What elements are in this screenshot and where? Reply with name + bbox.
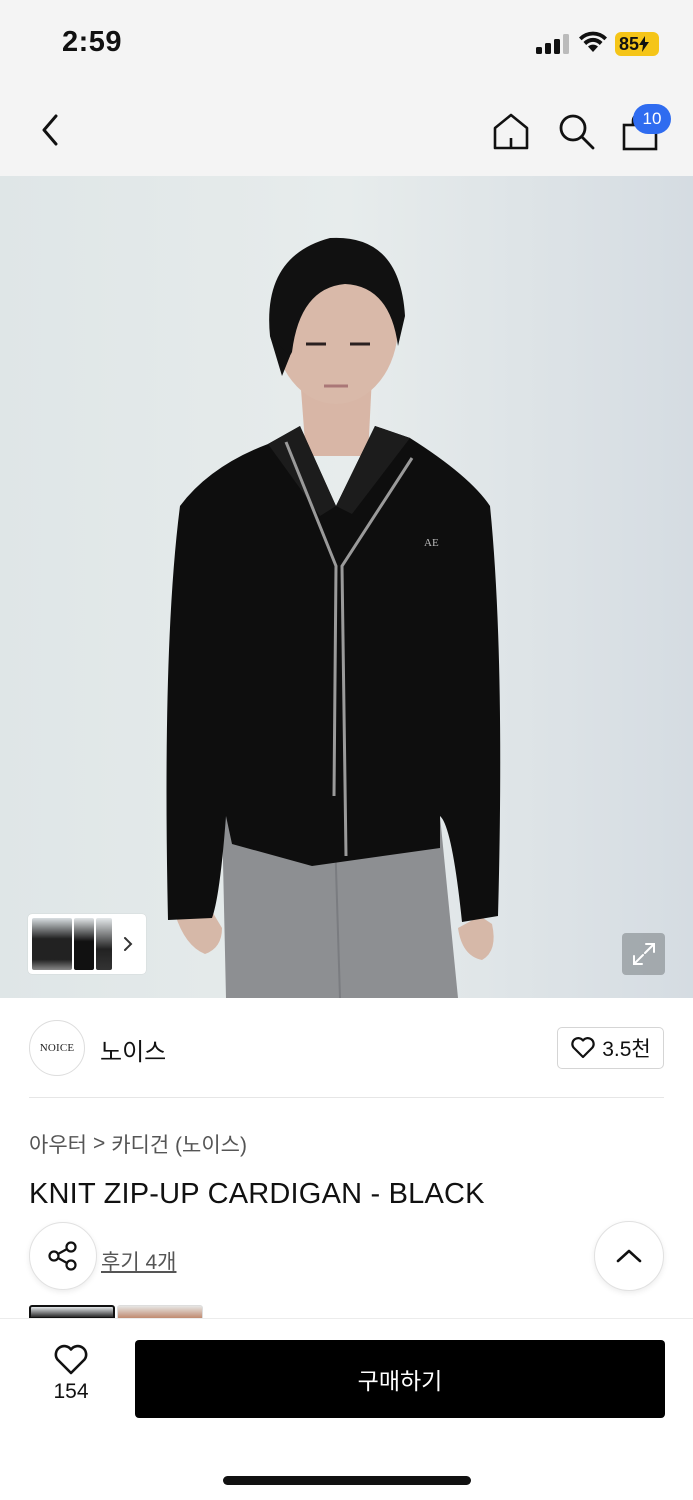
review-link[interactable]: 후기 4개 xyxy=(101,1246,176,1276)
back-icon[interactable] xyxy=(36,110,66,150)
svg-text:AE: AE xyxy=(424,537,439,549)
thumbnail-image[interactable] xyxy=(74,918,94,970)
color-option-thumbnail[interactable] xyxy=(117,1305,203,1319)
home-indicator[interactable] xyxy=(223,1476,471,1485)
breadcrumb: 아우터 > 카디건 (노이스) xyxy=(29,1129,247,1159)
status-time: 2:59 xyxy=(62,26,123,58)
share-icon xyxy=(48,1241,77,1271)
top-navigation xyxy=(0,88,693,176)
product-image[interactable]: AE xyxy=(0,176,693,998)
search-icon[interactable] xyxy=(555,110,597,152)
buy-button[interactable]: 구매하기 xyxy=(135,1340,665,1418)
home-icon[interactable] xyxy=(490,110,532,152)
thumbnail-image[interactable] xyxy=(32,918,72,970)
product-title: KNIT ZIP-UP CARDIGAN - BLACK xyxy=(29,1178,485,1210)
cellular-signal-icon xyxy=(536,34,570,54)
wishlist-button[interactable]: 154 xyxy=(42,1344,100,1414)
battery-level: 85 xyxy=(619,33,640,54)
heart-icon xyxy=(54,1344,88,1375)
status-bar: 2:59 85 xyxy=(0,0,693,88)
chevron-right-icon xyxy=(124,937,133,951)
chevron-up-icon xyxy=(616,1249,642,1263)
charging-bolt-icon xyxy=(639,36,650,52)
image-thumbnail-strip[interactable] xyxy=(28,914,146,974)
expand-icon xyxy=(632,943,655,965)
brand-like-count: 3.5천 xyxy=(602,1038,651,1061)
scroll-to-top-button[interactable] xyxy=(594,1221,664,1291)
brand-logo-text: NOICE xyxy=(39,1042,75,1054)
brand-name[interactable]: 노이스 xyxy=(100,1032,166,1067)
wishlist-count: 154 xyxy=(53,1380,89,1403)
breadcrumb-separator: > xyxy=(92,1132,106,1155)
brand-like-button[interactable]: 3.5천 xyxy=(557,1027,664,1069)
breadcrumb-category[interactable]: 아우터 xyxy=(29,1129,87,1159)
battery-indicator: 85 xyxy=(615,32,659,56)
breadcrumb-subcategory[interactable]: 카디건 (노이스) xyxy=(111,1129,247,1159)
color-option-thumbnail[interactable] xyxy=(29,1305,115,1319)
heart-icon xyxy=(571,1037,595,1059)
divider xyxy=(29,1097,664,1098)
wifi-icon xyxy=(579,31,607,52)
product-photo: AE xyxy=(0,176,693,998)
brand-logo[interactable]: NOICE xyxy=(29,1020,85,1076)
share-button[interactable] xyxy=(29,1222,97,1290)
thumbnail-image[interactable] xyxy=(96,918,112,970)
cart-count-badge: 10 xyxy=(633,104,671,134)
expand-image-button[interactable] xyxy=(622,933,665,975)
